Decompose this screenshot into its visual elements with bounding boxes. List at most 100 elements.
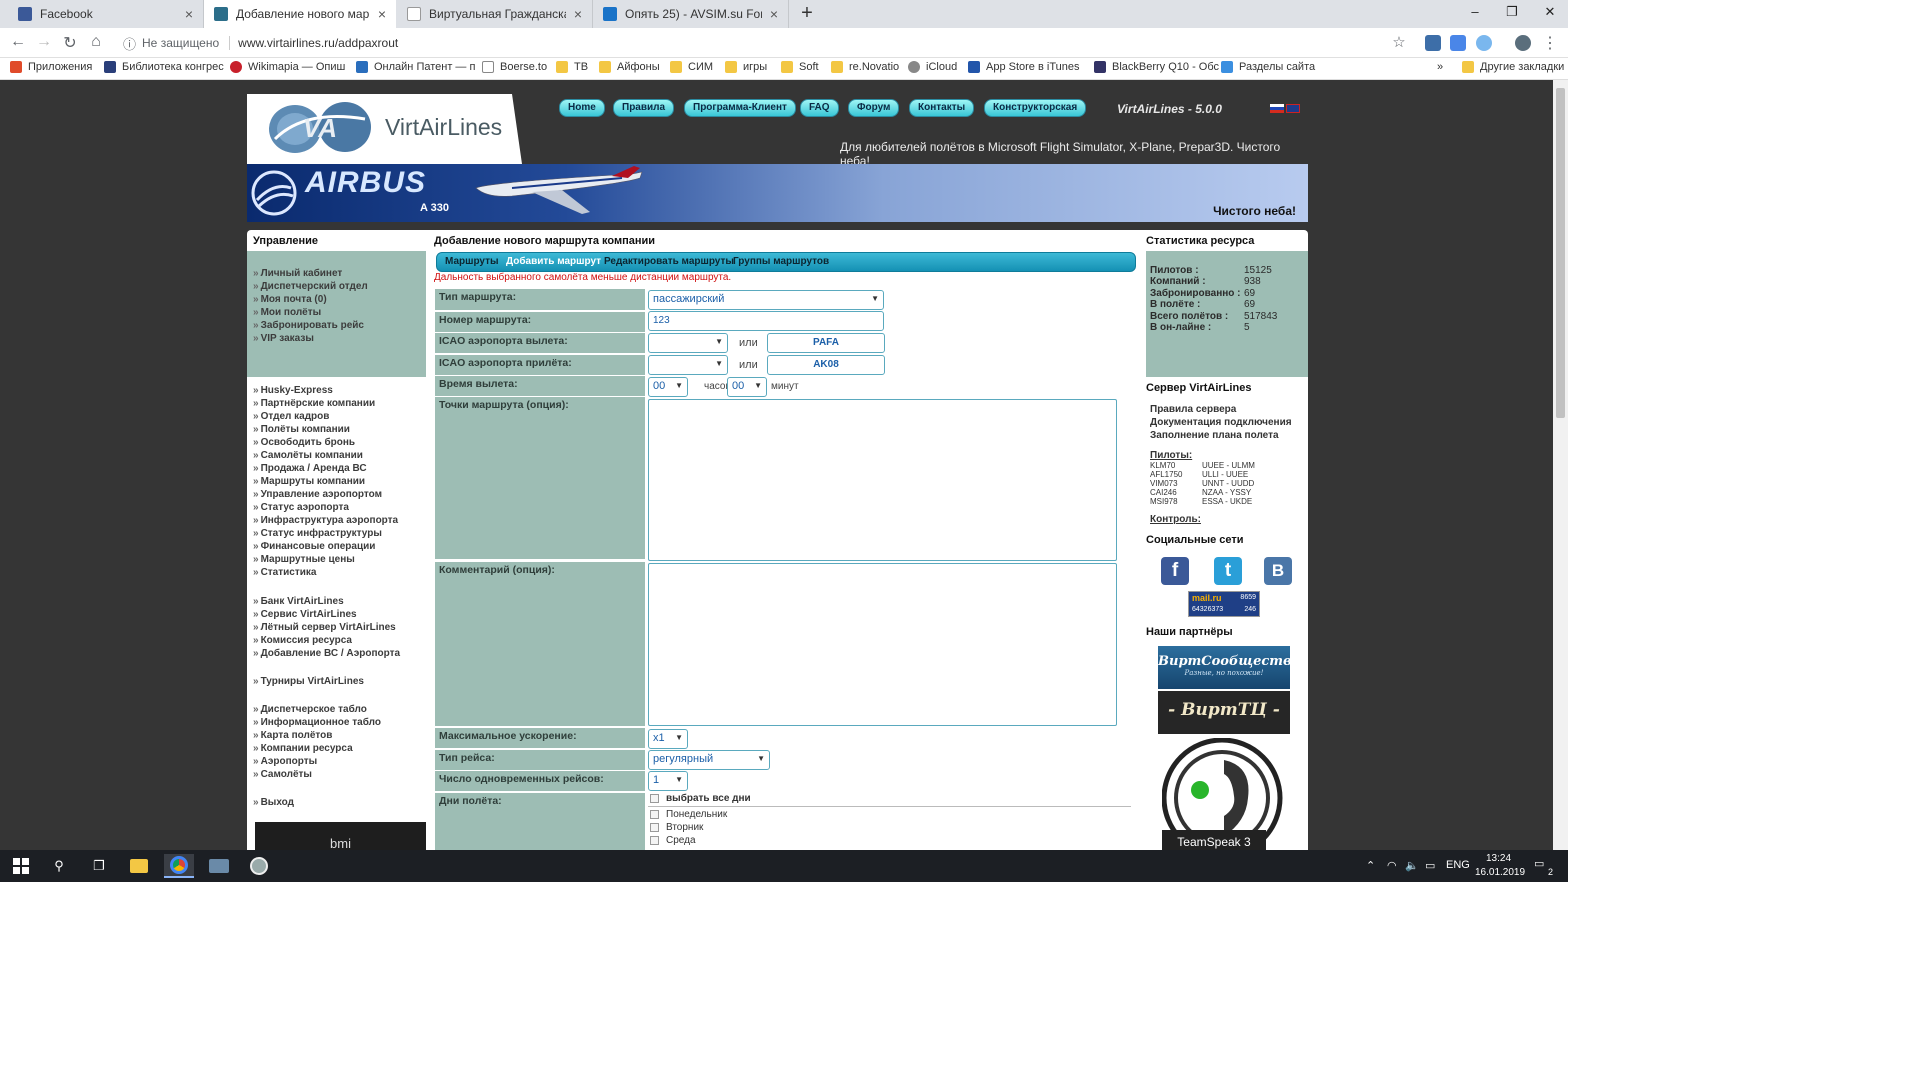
bookmark-item[interactable]: Boerse.to [482,61,547,73]
twitter-icon[interactable]: t [1214,557,1242,585]
translate-icon[interactable] [1450,35,1466,51]
bookmark-item[interactable]: Приложения [10,61,92,73]
nav-forum[interactable]: Форум [848,99,900,117]
pilot-callsign[interactable]: KLM70 [1150,461,1175,470]
left-menu-link[interactable]: » Карта полётов [253,730,332,741]
close-icon[interactable]: × [185,6,193,22]
left-menu-link[interactable]: » Статистика [253,567,316,578]
tab-route-groups[interactable]: Группы маршрутов [733,256,829,267]
bookmark-folder[interactable]: Айфоны [599,61,660,73]
more-bookmarks-button[interactable]: » [1437,61,1443,73]
notifications-icon[interactable]: ▭ [1534,857,1544,870]
left-menu-link[interactable]: » Выход [253,797,294,808]
bookmark-item[interactable]: Wikimapia — Опиш [230,61,345,73]
clock-time[interactable]: 13:24 [1486,853,1511,864]
left-menu-link[interactable]: » Компании ресурса [253,743,353,754]
bmi-banner[interactable]: bmi [255,822,426,850]
vk-icon[interactable]: B [1264,557,1292,585]
departure-select[interactable]: ▼ [648,333,728,353]
browser-tab-active[interactable]: Добавление нового маршрута × [204,0,396,28]
partner-banner[interactable]: - ВиртТЦ - [1158,691,1290,734]
app-icon[interactable] [204,854,234,878]
close-icon[interactable]: × [770,6,778,22]
language-indicator[interactable]: ENG [1446,859,1470,871]
arrival-select[interactable]: ▼ [648,355,728,375]
nav-rules[interactable]: Правила [613,99,675,117]
departure-icao-input[interactable]: PAFA [767,333,885,353]
bookmark-item[interactable]: Онлайн Патент — п [356,61,475,73]
windows-start-icon[interactable] [4,854,38,878]
simulator-icon[interactable] [244,854,274,878]
scrollbar-thumb[interactable] [1556,88,1565,418]
server-rules-link[interactable]: Правила сервера [1150,404,1236,415]
hours-select[interactable]: 00 ▼ [648,377,688,397]
left-menu-link[interactable]: » Полёты компании [253,424,350,435]
wednesday-checkbox[interactable] [650,836,659,845]
left-menu-link[interactable]: » Диспетчерское табло [253,704,367,715]
route-number-input[interactable]: 123 [648,311,884,331]
bookmark-folder[interactable]: Soft [781,61,819,73]
pilot-callsign[interactable]: AFL1750 [1150,470,1182,479]
flight-type-select[interactable]: регулярный ▼ [648,750,770,770]
browser-tab[interactable]: Виртуальная Гражданская Авиа × [397,0,593,28]
left-menu-link[interactable]: » Отдел кадров [253,411,329,422]
left-menu-link[interactable]: » Статус аэропорта [253,502,349,513]
left-menu-link[interactable]: » Husky-Express [253,385,333,396]
nav-faq[interactable]: FAQ [800,99,839,117]
left-menu-link[interactable]: » Моя почта (0) [253,294,327,305]
maximize-button[interactable]: ❐ [1497,4,1527,20]
avatar[interactable] [1515,35,1531,51]
left-menu-link[interactable]: » Управление аэропортом [253,489,382,500]
left-menu-link[interactable]: » Финансовые операции [253,541,375,552]
bookmark-folder[interactable]: re.Novatio [831,61,899,73]
menu-icon[interactable]: ⋮ [1540,33,1560,53]
server-docs-link[interactable]: Документация подключения [1150,417,1292,428]
left-menu-link[interactable]: » Маршруты компании [253,476,365,487]
close-window-button[interactable]: ✕ [1535,4,1565,20]
minutes-select[interactable]: 00 ▼ [727,377,767,397]
close-icon[interactable]: × [574,6,582,22]
concurrent-flights-select[interactable]: 1 ▼ [648,771,688,791]
minimize-button[interactable]: – [1460,4,1490,19]
waypoints-textarea[interactable] [648,399,1117,561]
left-menu-link[interactable]: » Освободить бронь [253,437,355,448]
url-text[interactable]: www.virtairlines.ru/addpaxrout [238,36,398,50]
browser-tab[interactable]: Опять 25) - AVSIM.su Forums × [593,0,789,28]
uk-flag-icon[interactable] [1286,104,1300,113]
mailru-counter[interactable]: mail.ru 8659 64326373 246 [1188,591,1260,617]
tab-edit-routes[interactable]: Редактировать маршруты [604,256,734,267]
left-menu-link[interactable]: » Инфраструктура аэропорта [253,515,398,526]
bookmark-item[interactable]: BlackBerry Q10 - Обс [1094,61,1219,73]
arrival-icao-input[interactable]: AK08 [767,355,885,375]
teamspeak-logo[interactable]: TeamSpeak 3 [1162,738,1288,850]
omnibox[interactable]: ⓘ Не защищено www.virtairlines.ru/addpax… [115,31,1415,55]
left-menu-link[interactable]: » Продажа / Аренда ВС [253,463,367,474]
home-icon[interactable]: ⌂ [86,33,106,51]
tuesday-checkbox[interactable] [650,823,659,832]
close-icon[interactable]: × [378,6,386,22]
bookmark-folder[interactable]: игры [725,61,767,73]
volume-icon[interactable]: 🔈 [1405,859,1419,872]
facebook-icon[interactable]: f [1161,557,1189,585]
chrome-icon[interactable] [164,854,194,878]
tab-routes[interactable]: Маршруты [445,256,499,267]
search-icon[interactable]: ⚲ [44,854,74,878]
left-menu-link[interactable]: » Банк VirtAirLines [253,596,344,607]
battery-icon[interactable]: ▭ [1425,859,1435,872]
left-menu-link[interactable]: » Самолёты компании [253,450,363,461]
nav-home[interactable]: Home [559,99,605,117]
monday-checkbox[interactable] [650,810,659,819]
left-menu-link[interactable]: » Аэропорты [253,756,317,767]
bookmark-folder[interactable]: СИМ [670,61,713,73]
pilot-callsign[interactable]: MSI978 [1150,497,1178,506]
pilot-callsign[interactable]: VIM073 [1150,479,1178,488]
acceleration-select[interactable]: x1 ▼ [648,729,688,749]
bookmark-star-icon[interactable]: ☆ [1389,33,1409,51]
select-all-days-checkbox[interactable] [650,794,659,803]
bookmark-item[interactable]: iCloud [908,61,957,73]
nav-contacts[interactable]: Контакты [909,99,975,117]
other-bookmarks[interactable]: Другие закладки [1462,61,1564,73]
tab-add-route[interactable]: Добавить маршрут [506,256,601,267]
left-menu-link[interactable]: » Сервис VirtAirLines [253,609,357,620]
left-menu-link[interactable]: » Маршрутные цены [253,554,355,565]
